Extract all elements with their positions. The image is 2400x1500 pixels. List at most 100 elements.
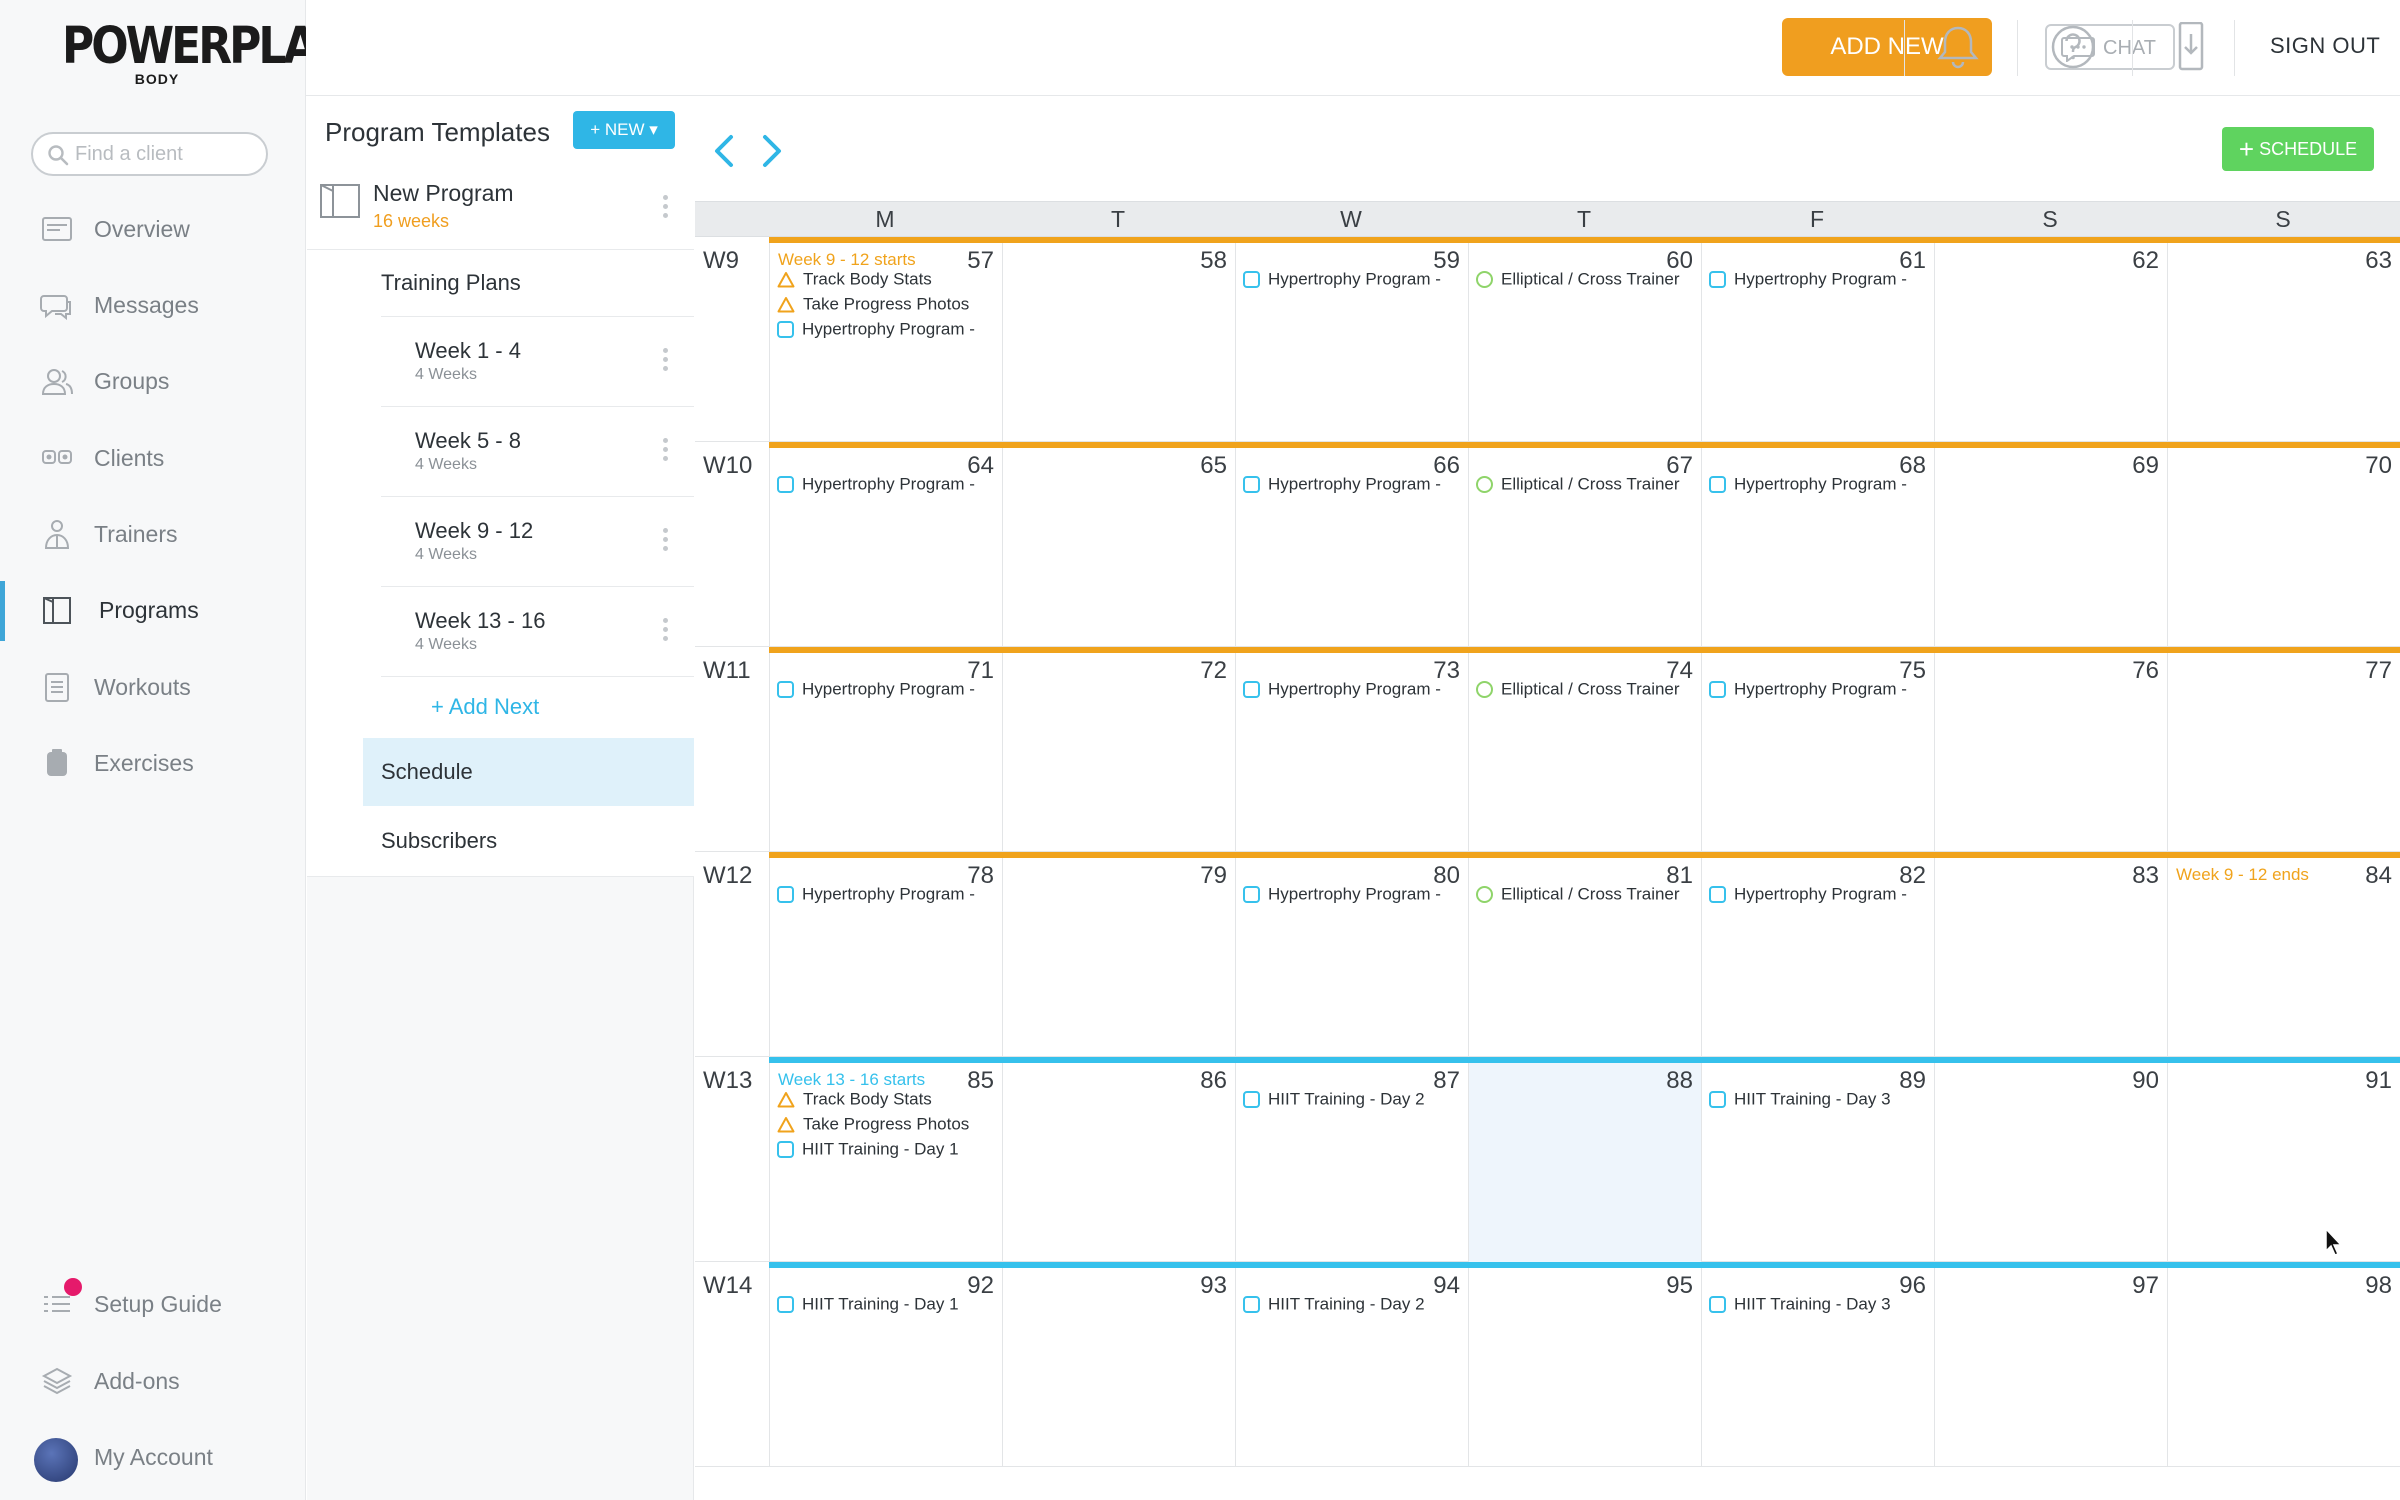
calendar-event[interactable]: Hypertrophy Program - xyxy=(1243,474,1465,498)
nav-item-my-account[interactable]: My Account xyxy=(0,1428,306,1488)
panel-item-schedule[interactable]: Schedule xyxy=(363,738,694,806)
day-cell[interactable]: 86 xyxy=(1002,1063,1235,1262)
day-cell[interactable]: 62 xyxy=(1934,243,2167,442)
day-cell[interactable]: 89 HIIT Training - Day 3 xyxy=(1701,1063,1934,1262)
bell-icon[interactable] xyxy=(1933,22,1983,72)
day-cell[interactable]: 78 Hypertrophy Program - xyxy=(769,858,1002,1057)
nav-item-workouts[interactable]: Workouts xyxy=(0,658,306,718)
day-cell[interactable]: 58 xyxy=(1002,243,1235,442)
calendar-event[interactable]: HIIT Training - Day 2 xyxy=(1243,1089,1465,1113)
nav-item-programs[interactable]: Programs xyxy=(0,581,306,641)
day-cell[interactable]: 77 xyxy=(2167,653,2400,852)
day-cell[interactable]: 96 HIIT Training - Day 3 xyxy=(1701,1268,1934,1467)
nav-item-exercises[interactable]: Exercises xyxy=(0,734,306,794)
plan-menu-icon[interactable] xyxy=(661,438,669,466)
day-cell[interactable]: 69 xyxy=(1934,448,2167,647)
calendar-event[interactable]: Hypertrophy Program - xyxy=(1243,884,1465,908)
calendar-event[interactable]: Track Body Stats xyxy=(777,269,999,293)
day-cell[interactable]: 76 xyxy=(1934,653,2167,852)
day-cell[interactable]: 98 xyxy=(2167,1268,2400,1467)
calendar-event[interactable]: Hypertrophy Program - xyxy=(777,679,999,703)
day-cell[interactable]: 70 xyxy=(2167,448,2400,647)
calendar-event[interactable]: Hypertrophy Program - xyxy=(1709,884,1931,908)
nav-item-overview[interactable]: Overview xyxy=(0,200,306,260)
calendar-event[interactable]: HIIT Training - Day 1 xyxy=(777,1139,999,1163)
calendar-event[interactable]: Elliptical / Cross Trainer xyxy=(1476,679,1698,703)
day-cell[interactable]: 67 Elliptical / Cross Trainer xyxy=(1468,448,1701,647)
day-cell[interactable]: 90 xyxy=(1934,1063,2167,1262)
calendar-event[interactable]: Hypertrophy Program - xyxy=(777,319,999,343)
day-cell[interactable]: 95 xyxy=(1468,1268,1701,1467)
day-cell[interactable]: 65 xyxy=(1002,448,1235,647)
day-cell[interactable]: 94 HIIT Training - Day 2 xyxy=(1235,1268,1468,1467)
day-cell[interactable]: 60 Elliptical / Cross Trainer xyxy=(1468,243,1701,442)
calendar-event[interactable]: Hypertrophy Program - xyxy=(1243,269,1465,293)
calendar-event[interactable]: Hypertrophy Program - xyxy=(777,474,999,498)
day-cell[interactable]: 74 Elliptical / Cross Trainer xyxy=(1468,653,1701,852)
nav-item-groups[interactable]: Groups xyxy=(0,352,306,412)
calendar-event[interactable]: HIIT Training - Day 3 xyxy=(1709,1294,1931,1318)
plan-item-week-13-16[interactable]: Week 13 - 16 4 Weeks xyxy=(381,586,694,676)
day-cell[interactable]: 66 Hypertrophy Program - xyxy=(1235,448,1468,647)
calendar-event[interactable]: Hypertrophy Program - xyxy=(1243,679,1465,703)
sign-out-link[interactable]: SIGN OUT xyxy=(2270,33,2380,59)
calendar-event[interactable]: Hypertrophy Program - xyxy=(777,884,999,908)
calendar-event[interactable]: Hypertrophy Program - xyxy=(1709,269,1931,293)
find-client-search[interactable] xyxy=(31,132,268,176)
calendar-event[interactable]: Elliptical / Cross Trainer xyxy=(1476,474,1698,498)
calendar-event[interactable]: HIIT Training - Day 1 xyxy=(777,1294,999,1318)
nav-item-messages[interactable]: Messages xyxy=(0,276,306,336)
day-cell[interactable]: 68 Hypertrophy Program - xyxy=(1701,448,1934,647)
plan-item-week-9-12[interactable]: Week 9 - 12 4 Weeks xyxy=(381,496,694,586)
schedule-button[interactable]: + SCHEDULE xyxy=(2222,127,2374,171)
calendar-event[interactable]: Hypertrophy Program - xyxy=(1709,474,1931,498)
help-icon[interactable] xyxy=(2048,22,2098,72)
day-cell[interactable]: 57 Week 9 - 12 starts Track Body Stats Take… xyxy=(769,243,1002,442)
day-cell[interactable]: 81 Elliptical / Cross Trainer xyxy=(1468,858,1701,1057)
day-cell[interactable]: 79 xyxy=(1002,858,1235,1057)
day-cell[interactable]: 82 Hypertrophy Program - xyxy=(1701,858,1934,1057)
day-cell[interactable]: 87 HIIT Training - Day 2 xyxy=(1235,1063,1468,1262)
find-client-input[interactable] xyxy=(75,142,260,166)
day-cell[interactable]: 83 xyxy=(1934,858,2167,1057)
calendar-event[interactable]: Elliptical / Cross Trainer xyxy=(1476,269,1698,293)
nav-item-clients[interactable]: Clients xyxy=(0,429,306,489)
day-cell[interactable]: 75 Hypertrophy Program - xyxy=(1701,653,1934,852)
day-cell[interactable]: 72 xyxy=(1002,653,1235,852)
calendar-event[interactable]: Elliptical / Cross Trainer xyxy=(1476,884,1698,908)
day-cell[interactable]: 73 Hypertrophy Program - xyxy=(1235,653,1468,852)
day-cell[interactable]: 93 xyxy=(1002,1268,1235,1467)
day-cell[interactable]: 80 Hypertrophy Program - xyxy=(1235,858,1468,1057)
plan-menu-icon[interactable] xyxy=(661,528,669,556)
calendar-event[interactable]: Take Progress Photos xyxy=(777,1114,999,1138)
logo[interactable]: POWERPLANT BODY xyxy=(62,18,378,86)
plan-menu-icon[interactable] xyxy=(661,618,669,646)
program-name[interactable]: New Program xyxy=(373,180,514,207)
calendar-event[interactable]: HIIT Training - Day 2 xyxy=(1243,1294,1465,1318)
day-cell[interactable]: 91 xyxy=(2167,1063,2400,1262)
chevron-left-icon[interactable] xyxy=(709,131,739,171)
calendar-event[interactable]: Track Body Stats xyxy=(777,1089,999,1113)
day-cell[interactable]: 59 Hypertrophy Program - xyxy=(1235,243,1468,442)
nav-item-setup-guide[interactable]: Setup Guide xyxy=(0,1275,306,1335)
plan-menu-icon[interactable] xyxy=(661,348,669,376)
mobile-download-icon[interactable] xyxy=(2167,22,2217,72)
panel-item-subscribers[interactable]: Subscribers xyxy=(381,828,497,854)
calendar-event[interactable]: Take Progress Photos xyxy=(777,294,999,318)
day-cell[interactable]: 92 HIIT Training - Day 1 xyxy=(769,1268,1002,1467)
training-plans-heading[interactable]: Training Plans xyxy=(381,270,521,296)
day-cell[interactable]: 84 Week 9 - 12 ends xyxy=(2167,858,2400,1057)
new-template-button[interactable]: + NEW ▾ xyxy=(573,111,675,149)
day-cell[interactable]: 97 xyxy=(1934,1268,2167,1467)
nav-item-add-ons[interactable]: Add-ons xyxy=(0,1352,306,1412)
plan-item-week-1-4[interactable]: Week 1 - 4 4 Weeks xyxy=(381,316,694,406)
calendar-event[interactable]: HIIT Training - Day 3 xyxy=(1709,1089,1931,1113)
day-cell[interactable]: 61 Hypertrophy Program - xyxy=(1701,243,1934,442)
chevron-right-icon[interactable] xyxy=(757,131,787,171)
plan-item-week-5-8[interactable]: Week 5 - 8 4 Weeks xyxy=(381,406,694,496)
add-next-plan-link[interactable]: + Add Next xyxy=(431,694,539,720)
day-cell[interactable]: 71 Hypertrophy Program - xyxy=(769,653,1002,852)
day-cell[interactable]: 88 xyxy=(1468,1063,1701,1262)
calendar-event[interactable]: Hypertrophy Program - xyxy=(1709,679,1931,703)
program-menu-icon[interactable] xyxy=(661,195,669,223)
